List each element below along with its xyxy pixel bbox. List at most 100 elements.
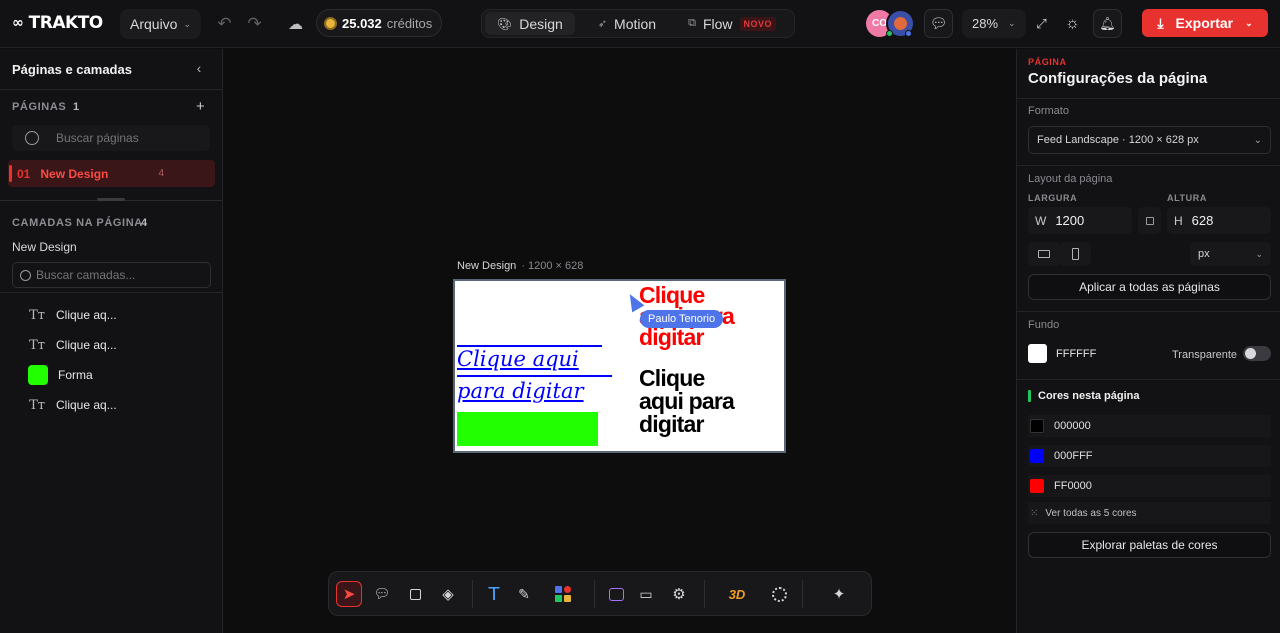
video-icon: ▭ [639, 585, 653, 602]
search-pages-input[interactable] [56, 131, 196, 145]
color-swatch [1030, 419, 1044, 433]
page-item-new-design[interactable]: 01 New Design 4 [8, 160, 215, 187]
select-tool[interactable]: ➤ [336, 581, 362, 607]
chevron-left-icon: ‹ [196, 60, 202, 76]
color-row-000000[interactable]: 000000 [1028, 415, 1271, 437]
toolbar-divider [472, 580, 473, 608]
settings-tool[interactable]: ⚙ [666, 581, 692, 607]
palette-icon: 🎨︎ [497, 16, 513, 31]
video-tool[interactable]: ▭ [633, 581, 659, 607]
image-icon [608, 587, 624, 601]
toolbar-divider [704, 580, 705, 608]
format-label: Formato [1028, 105, 1069, 117]
apply-all-pages-button[interactable]: Aplicar a todas as páginas [1028, 274, 1271, 300]
chevron-down-icon: ⌄ [183, 18, 192, 29]
undo-icon: ↶ [217, 13, 232, 33]
elements-tool[interactable] [550, 581, 576, 607]
text-tool[interactable]: T [481, 581, 507, 607]
layout-label: Layout da página [1028, 173, 1113, 185]
landscape-button[interactable] [1028, 242, 1060, 266]
layers-tool[interactable]: ◈ [435, 581, 461, 607]
text-icon: Tт [29, 397, 45, 413]
unit-select[interactable]: px ⌄ [1190, 242, 1271, 266]
active-page-indicator [9, 165, 12, 182]
fingerprint-tool[interactable] [766, 581, 792, 607]
chevron-down-icon: ⌄ [1253, 134, 1262, 146]
layers-section-title: CAMADAS NA PÁGINA [12, 217, 143, 229]
chat-button[interactable]: 💬︎ [924, 9, 953, 38]
height-field[interactable]: H 628 [1167, 207, 1271, 234]
divider [1017, 311, 1280, 312]
color-row-000fff[interactable]: 000FFF [1028, 445, 1271, 467]
image-tool[interactable] [603, 581, 629, 607]
add-page-button[interactable]: + [196, 98, 205, 115]
green-shape[interactable] [457, 412, 598, 446]
theme-toggle[interactable]: ☼ [1058, 9, 1087, 38]
width-field[interactable]: W 1200 [1028, 207, 1132, 234]
artboard[interactable]: Clique aqui para digitar Clique aqui par… [453, 279, 786, 453]
mode-switcher: 🎨︎ Design ➶ Motion ⧉ Flow NOVO [481, 9, 795, 38]
elements-icon [554, 585, 572, 603]
lock-ratio-button[interactable] [1138, 207, 1161, 234]
rocket-icon: ➶ [597, 18, 608, 30]
new-badge: NOVO [739, 16, 777, 31]
blue-rule [457, 345, 602, 347]
notifications-button[interactable]: 🔔︎ [1093, 9, 1122, 38]
layers-icon: ◈ [442, 586, 454, 603]
color-swatch [1030, 479, 1044, 493]
see-all-colors-link[interactable]: ⁙ Ver todas as 5 cores [1028, 502, 1271, 524]
file-menu-button[interactable]: Arquivo ⌄ [120, 9, 202, 39]
tab-flow[interactable]: ⧉ Flow NOVO [676, 12, 788, 35]
layer-item[interactable]: Tт Clique aq... [28, 394, 117, 416]
3d-tool[interactable]: 3D [722, 581, 752, 607]
cloud-sync-button[interactable]: ☁ [281, 9, 310, 38]
portrait-button[interactable] [1059, 242, 1091, 266]
settings-icon: ⚙ [672, 586, 686, 603]
frame-tool[interactable] [402, 581, 428, 607]
layer-item[interactable]: Forma [28, 364, 93, 386]
app-logo[interactable]: ∞ TRAKTO [12, 12, 103, 34]
background-swatch[interactable] [1028, 344, 1047, 363]
comment-icon: 💬︎ [373, 586, 391, 601]
cloud-icon: ☁ [288, 15, 303, 33]
export-button[interactable]: ⤓ Exportar ⌄ [1142, 9, 1268, 37]
download-icon: ⤓ [1157, 14, 1164, 31]
search-layers-input[interactable] [36, 268, 196, 282]
fullscreen-button[interactable]: ⤢ [1027, 9, 1056, 38]
redo-button[interactable]: ↷ [240, 9, 269, 38]
layer-item[interactable]: Tт Clique aq... [28, 304, 117, 326]
collapse-panel-button[interactable]: ‹ [191, 60, 207, 76]
redo-icon: ↷ [247, 13, 262, 33]
search-pages-field[interactable] [12, 125, 210, 151]
expand-icon: ⤢ [1036, 15, 1047, 31]
pen-tool[interactable]: ✎ [511, 581, 537, 607]
search-layers-field[interactable] [12, 262, 211, 288]
explore-palettes-button[interactable]: Explorar paletas de cores [1028, 532, 1271, 558]
resize-handle[interactable] [97, 198, 125, 201]
toolbar-divider [594, 580, 595, 608]
layer-item[interactable]: Tт Clique aq... [28, 334, 117, 356]
height-label: ALTURA [1167, 193, 1207, 203]
format-select[interactable]: Feed Landscape · 1200 × 628 px ⌄ [1028, 126, 1271, 154]
layers-count: 4 [141, 217, 148, 229]
online-indicator [905, 30, 912, 37]
landscape-icon [1038, 250, 1050, 258]
panel-kicker: PÁGINA [1028, 57, 1067, 67]
page-colors-label: Cores nesta página [1038, 390, 1140, 402]
zoom-select[interactable]: 28% ⌄ [962, 9, 1026, 38]
undo-button[interactable]: ↶ [210, 9, 239, 38]
color-row-ff0000[interactable]: FF0000 [1028, 475, 1271, 497]
collaborators[interactable]: CO [866, 9, 916, 38]
color-swatch [1030, 449, 1044, 463]
comment-tool[interactable]: 💬︎ [369, 581, 395, 607]
credits-badge[interactable]: 25.032 créditos [316, 9, 443, 37]
tab-design[interactable]: 🎨︎ Design [485, 12, 575, 35]
transparent-toggle[interactable] [1243, 346, 1271, 361]
text-icon: Tт [29, 307, 45, 323]
black-text[interactable]: Clique aqui para digitar [639, 367, 735, 436]
ai-tool[interactable]: ✦ [826, 581, 852, 607]
canvas-label: New Design · 1200 × 628 [457, 260, 584, 272]
current-page-name: New Design [12, 240, 77, 254]
background-hex[interactable]: FFFFFF [1056, 348, 1096, 360]
tab-motion[interactable]: ➶ Motion [586, 12, 668, 35]
